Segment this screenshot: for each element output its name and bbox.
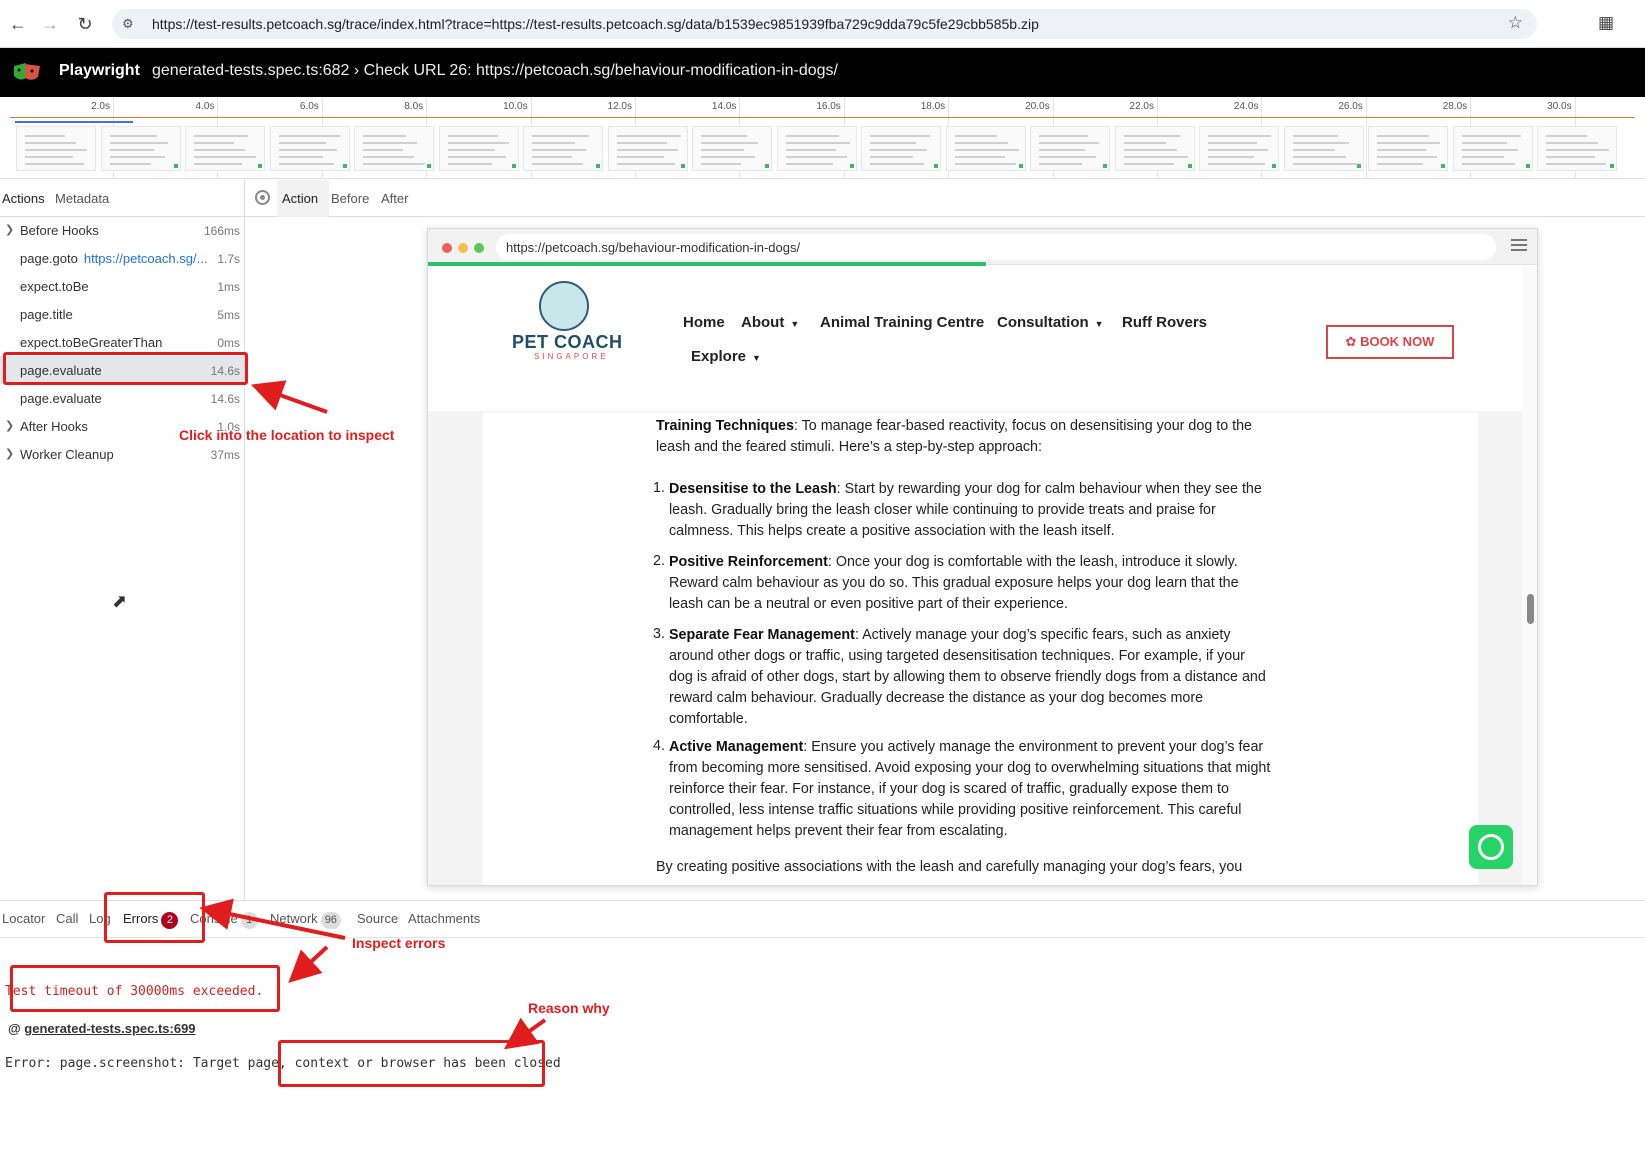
- arrow-to-action: [250, 380, 328, 414]
- annotation-arrows: [199, 380, 547, 1050]
- arrow-to-errors-tab: [199, 898, 346, 940]
- arrow-to-timeout: [288, 945, 329, 983]
- arrow-to-reason: [503, 1017, 547, 1050]
